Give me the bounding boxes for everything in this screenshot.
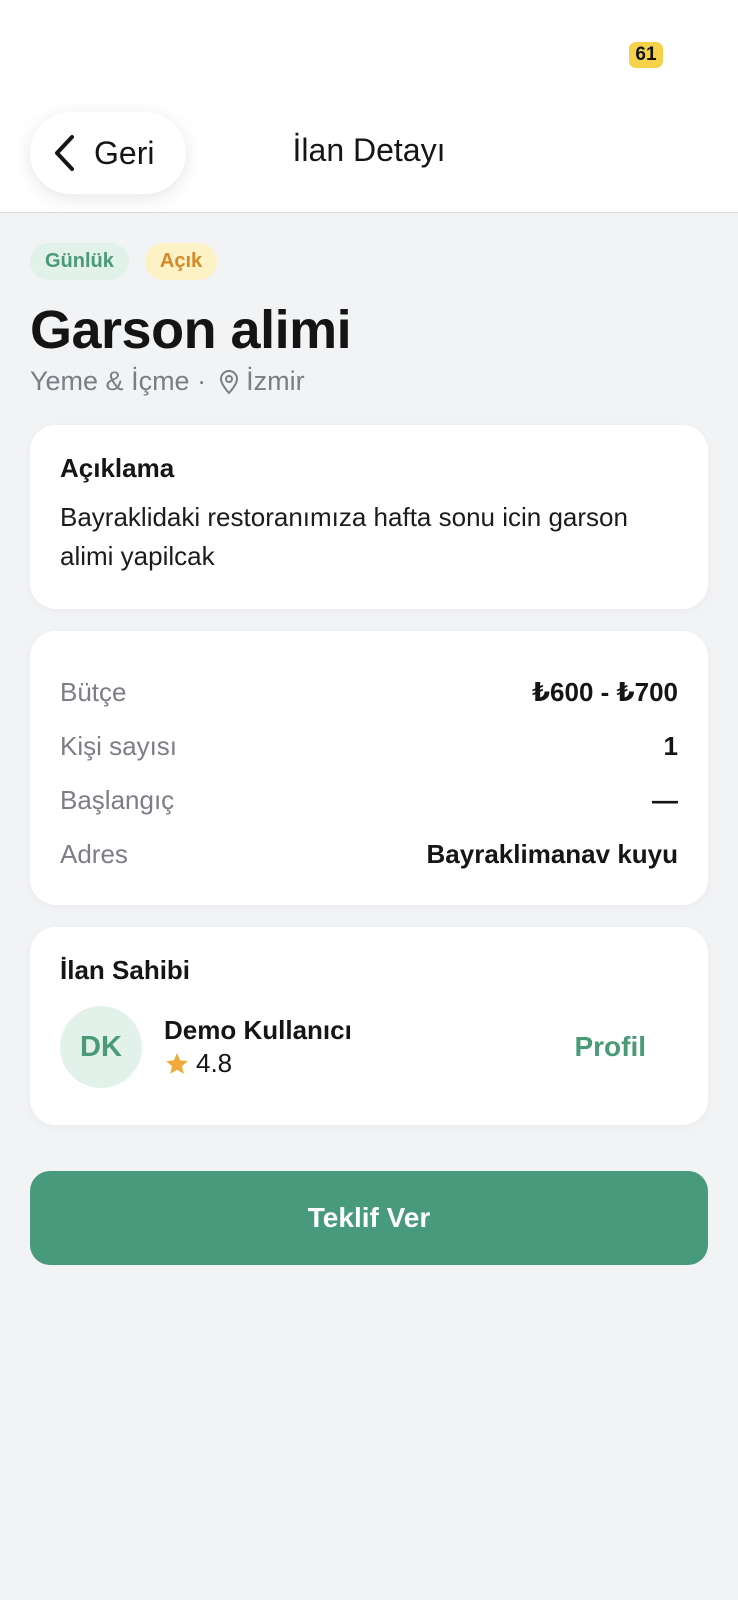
detail-row-start: Başlangıç — — [60, 773, 678, 827]
detail-value: — — [652, 784, 678, 815]
detail-value: Bayraklimanav kuyu — [426, 838, 678, 869]
description-card: Açıklama Bayraklidaki restoranımıza haft… — [30, 425, 708, 609]
rating-value: 4.8 — [196, 1048, 233, 1078]
details-card: Bütçe ₺600 - ₺700 Kişi sayısı 1 Başlangı… — [30, 631, 708, 905]
detail-label: Adres — [60, 838, 128, 869]
listing-category: Yeme & İçme · — [30, 366, 207, 396]
detail-label: Kişi sayısı — [60, 730, 178, 761]
owner-card: İlan Sahibi DK Demo Kullanıcı 4.8 Profil — [30, 927, 708, 1125]
detail-label: Bütçe — [60, 676, 127, 707]
profile-link[interactable]: Profil — [574, 1031, 646, 1063]
location-pin-icon — [220, 369, 239, 394]
listing-title: Garson alimi — [30, 300, 352, 360]
description-text: Bayraklidaki restoranımıza hafta sonu ic… — [60, 502, 628, 571]
owner-name: Demo Kullanıcı — [164, 1015, 352, 1045]
description-heading: Açıklama — [60, 453, 175, 483]
listing-meta: Yeme & İçme · İzmir — [30, 366, 708, 397]
make-offer-button[interactable]: Teklif Ver — [30, 1171, 708, 1265]
detail-row-address: Adres Bayraklimanav kuyu — [60, 827, 678, 881]
owner-row: DK Demo Kullanıcı 4.8 Profil — [60, 1006, 678, 1088]
page-title: İlan Detayı — [292, 132, 446, 168]
detail-value: ₺600 - ₺700 — [531, 676, 678, 707]
avatar: DK — [60, 1006, 142, 1088]
listing-location: İzmir — [246, 366, 305, 396]
status-badge: Açık — [144, 243, 218, 280]
detail-row-headcount: Kişi sayısı 1 — [60, 719, 678, 773]
detail-value: 1 — [663, 730, 678, 761]
detail-row-budget: Bütçe ₺600 - ₺700 — [60, 665, 678, 719]
badge-row: Günlük Açık — [30, 243, 708, 280]
star-icon — [166, 1052, 188, 1074]
type-badge: Günlük — [30, 243, 129, 280]
listing-detail: Günlük Açık Garson alimi Yeme & İçme · İ… — [30, 213, 708, 1265]
owner-rating: 4.8 — [164, 1048, 574, 1079]
detail-label: Başlangıç — [60, 784, 175, 815]
owner-info: Demo Kullanıcı 4.8 — [164, 1015, 574, 1079]
battery-indicator: 61 — [629, 42, 663, 68]
top-bar: 61 Geri İlan Detayı — [0, 0, 738, 213]
owner-heading: İlan Sahibi — [60, 955, 191, 985]
